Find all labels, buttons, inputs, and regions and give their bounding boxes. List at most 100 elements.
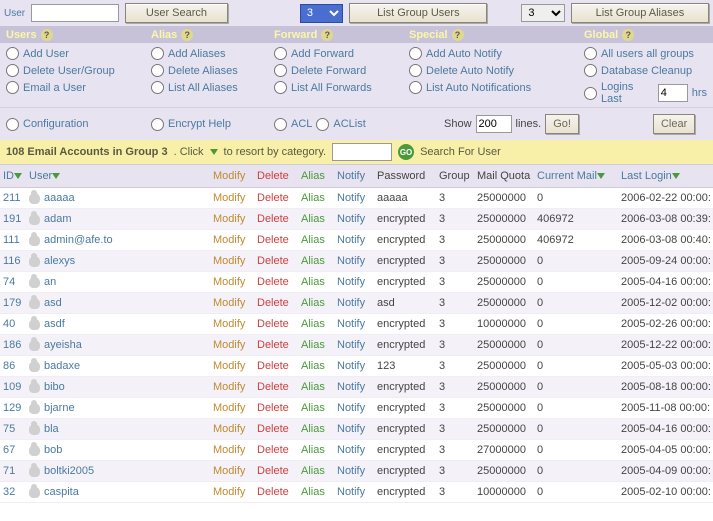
delete-link[interactable]: Delete	[257, 276, 289, 288]
notify-link[interactable]: Notify	[337, 444, 365, 456]
user-link[interactable]: caspita	[44, 486, 79, 498]
alias-link[interactable]: Alias	[301, 465, 325, 477]
user-link[interactable]: admin@afe.to	[44, 234, 113, 246]
list-group-users-button[interactable]: List Group Users	[349, 3, 487, 23]
alias-link[interactable]: Alias	[301, 381, 325, 393]
notify-link[interactable]: Notify	[337, 402, 365, 414]
notify-link[interactable]: Notify	[337, 423, 365, 435]
alias-link[interactable]: Alias	[301, 318, 325, 330]
search-user-input[interactable]	[332, 143, 392, 161]
col-last-login[interactable]: Last Login	[621, 170, 672, 182]
modify-link[interactable]: Modify	[213, 381, 245, 393]
group-select[interactable]: 3	[300, 4, 343, 23]
logins-last-hrs-input[interactable]	[658, 84, 688, 102]
modify-link[interactable]: Modify	[213, 360, 245, 372]
help-icon[interactable]: ?	[321, 29, 333, 41]
aclist-action[interactable]: ACList	[316, 118, 365, 131]
modify-link[interactable]: Modify	[213, 318, 245, 330]
user-link[interactable]: ayeisha	[44, 339, 82, 351]
modify-link[interactable]: Modify	[213, 276, 245, 288]
notify-link[interactable]: Notify	[337, 192, 365, 204]
alias-link[interactable]: Alias	[301, 486, 325, 498]
col-user[interactable]: User	[29, 170, 52, 182]
modify-link[interactable]: Modify	[213, 234, 245, 246]
user-link[interactable]: bibo	[44, 381, 65, 393]
list-all-aliases-action[interactable]: List All Aliases	[151, 81, 274, 94]
alias-link[interactable]: Alias	[301, 402, 325, 414]
notify-link[interactable]: Notify	[337, 339, 365, 351]
user-link[interactable]: bla	[44, 423, 59, 435]
delete-link[interactable]: Delete	[257, 423, 289, 435]
user-search-button[interactable]: User Search	[125, 3, 228, 23]
user-link[interactable]: aaaaa	[44, 192, 75, 204]
sort-down-icon[interactable]	[672, 173, 680, 179]
delete-link[interactable]: Delete	[257, 465, 289, 477]
notify-link[interactable]: Notify	[337, 234, 365, 246]
alias-link[interactable]: Alias	[301, 234, 325, 246]
sort-down-icon[interactable]	[597, 173, 605, 179]
notify-link[interactable]: Notify	[337, 255, 365, 267]
lines-input[interactable]	[476, 115, 512, 133]
help-icon[interactable]: ?	[622, 29, 634, 41]
user-link[interactable]: asd	[44, 297, 62, 309]
modify-link[interactable]: Modify	[213, 486, 245, 498]
notify-link[interactable]: Notify	[337, 465, 365, 477]
add-aliases-action[interactable]: Add Aliases	[151, 47, 274, 60]
notify-link[interactable]: Notify	[337, 318, 365, 330]
list-all-forwards-action[interactable]: List All Forwards	[274, 81, 409, 94]
notify-link[interactable]: Notify	[337, 360, 365, 372]
delete-forward-action[interactable]: Delete Forward	[274, 64, 409, 77]
col-current-mail[interactable]: Current Mail	[537, 170, 597, 182]
user-link[interactable]: bjarne	[44, 402, 75, 414]
user-link[interactable]: badaxe	[44, 360, 80, 372]
notify-link[interactable]: Notify	[337, 276, 365, 288]
alias-link[interactable]: Alias	[301, 297, 325, 309]
acl-action[interactable]: ACL	[274, 118, 312, 131]
help-icon[interactable]: ?	[41, 29, 53, 41]
add-user-action[interactable]: Add User	[6, 47, 151, 60]
delete-link[interactable]: Delete	[257, 360, 289, 372]
modify-link[interactable]: Modify	[213, 339, 245, 351]
delete-auto-notify-action[interactable]: Delete Auto Notify	[409, 64, 584, 77]
modify-link[interactable]: Modify	[213, 402, 245, 414]
modify-link[interactable]: Modify	[213, 297, 245, 309]
alias-link[interactable]: Alias	[301, 192, 325, 204]
delete-aliases-action[interactable]: Delete Aliases	[151, 64, 274, 77]
logins-last-action[interactable]: Logins Lasthrs	[584, 81, 707, 105]
alias-link[interactable]: Alias	[301, 444, 325, 456]
alias-group-select[interactable]: 3	[521, 4, 564, 22]
sort-down-icon[interactable]	[14, 173, 22, 179]
delete-link[interactable]: Delete	[257, 402, 289, 414]
delete-link[interactable]: Delete	[257, 444, 289, 456]
database-cleanup-action[interactable]: Database Cleanup	[584, 64, 707, 77]
modify-link[interactable]: Modify	[213, 465, 245, 477]
notify-link[interactable]: Notify	[337, 297, 365, 309]
user-link[interactable]: boltki2005	[44, 465, 94, 477]
search-for-user-link[interactable]: Search For User	[420, 146, 501, 158]
user-link[interactable]: bob	[44, 444, 62, 456]
modify-link[interactable]: Modify	[213, 423, 245, 435]
user-link[interactable]: an	[44, 276, 56, 288]
delete-link[interactable]: Delete	[257, 381, 289, 393]
delete-link[interactable]: Delete	[257, 339, 289, 351]
clear-button[interactable]: Clear	[653, 114, 695, 134]
user-link[interactable]: alexys	[44, 255, 75, 267]
user-input[interactable]	[31, 4, 119, 22]
notify-link[interactable]: Notify	[337, 486, 365, 498]
add-forward-action[interactable]: Add Forward	[274, 47, 409, 60]
alias-link[interactable]: Alias	[301, 276, 325, 288]
delete-link[interactable]: Delete	[257, 255, 289, 267]
modify-link[interactable]: Modify	[213, 213, 245, 225]
delete-user-group-action[interactable]: Delete User/Group	[6, 64, 151, 77]
modify-link[interactable]: Modify	[213, 192, 245, 204]
alias-link[interactable]: Alias	[301, 360, 325, 372]
delete-link[interactable]: Delete	[257, 318, 289, 330]
all-users-all-groups-action[interactable]: All users all groups	[584, 47, 707, 60]
list-group-aliases-button[interactable]: List Group Aliases	[571, 3, 709, 23]
go-button[interactable]: Go!	[545, 114, 579, 134]
alias-link[interactable]: Alias	[301, 339, 325, 351]
go-icon[interactable]: GO	[398, 144, 414, 160]
delete-link[interactable]: Delete	[257, 213, 289, 225]
col-id[interactable]: ID	[3, 170, 14, 182]
delete-link[interactable]: Delete	[257, 486, 289, 498]
